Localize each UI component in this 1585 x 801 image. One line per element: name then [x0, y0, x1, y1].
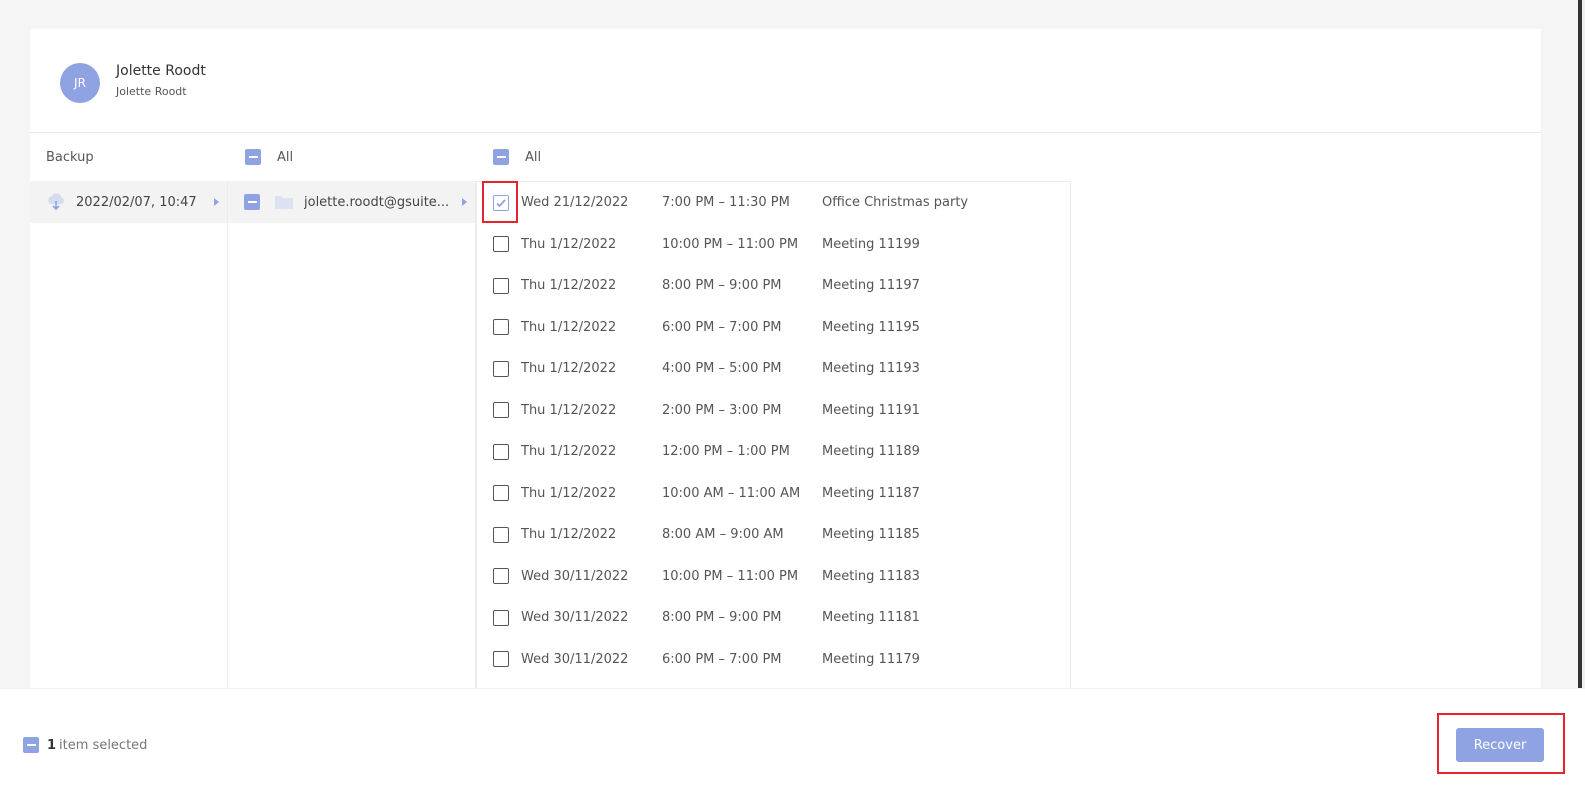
selected-text: item selected: [59, 737, 148, 753]
item-date: Thu 1/12/2022: [521, 485, 617, 501]
folder-icon: [275, 196, 293, 209]
item-date: Wed 30/11/2022: [521, 610, 629, 626]
item-title: Office Christmas party: [822, 195, 969, 211]
folder-label: jolette.roodt@gsuite...: [304, 194, 450, 210]
item-checkbox[interactable]: [493, 360, 509, 377]
item-time: 2:00 PM – 3:00 PM: [662, 402, 782, 418]
avatar: JR: [60, 63, 100, 103]
cloud-download-icon: [48, 193, 64, 211]
item-date: Wed 21/12/2022: [521, 195, 629, 211]
item-date: Thu 1/12/2022: [521, 236, 617, 252]
item-time: 8:00 AM – 9:00 AM: [662, 527, 784, 543]
item-checkbox[interactable]: [493, 443, 509, 460]
item-date: Wed 30/11/2022: [521, 568, 629, 584]
item-checkbox[interactable]: [493, 609, 509, 626]
item-time: 10:00 PM – 11:00 PM: [662, 236, 799, 252]
item-title: Meeting 11181: [822, 610, 920, 626]
selected-count: 1: [47, 737, 57, 753]
item-title: Meeting 11199: [822, 236, 920, 252]
items-header-label: All: [525, 149, 542, 165]
selection-summary-checkbox[interactable]: [23, 737, 39, 753]
user-subtitle: Jolette Roodt: [116, 85, 187, 98]
folders-column: jolette.roodt@gsuite...: [228, 181, 476, 697]
item-time: 10:00 PM – 11:00 PM: [662, 568, 799, 584]
items-column-header: All: [493, 133, 793, 181]
item-time: 12:00 PM – 1:00 PM: [662, 444, 790, 460]
items-column: Wed 21/12/2022 7:00 PM – 11:30 PM Office C…: [476, 181, 1071, 697]
item-row[interactable]: Thu 1/12/2022 8:00 PM – 9:00 PM Meeting 11…: [477, 265, 1070, 307]
item-date: Wed 30/11/2022: [521, 651, 629, 667]
backup-column-header: Backup: [46, 133, 226, 181]
recovery-card: JR Jolette Roodt Jolette Roodt Backup Al…: [30, 29, 1541, 697]
item-row[interactable]: Thu 1/12/2022 4:00 PM – 5:00 PM Meeting 11…: [477, 348, 1070, 390]
item-date: Thu 1/12/2022: [521, 278, 617, 294]
item-row[interactable]: Wed 21/12/2022 7:00 PM – 11:30 PM Office C…: [477, 182, 1070, 224]
item-title: Meeting 11185: [822, 527, 920, 543]
item-title: Meeting 11193: [822, 361, 920, 377]
item-row[interactable]: Thu 1/12/2022 6:00 PM – 7:00 PM Meeting 11…: [477, 307, 1070, 349]
checkbox-highlight-box: [482, 181, 518, 223]
item-time: 8:00 PM – 9:00 PM: [662, 278, 782, 294]
item-time: 7:00 PM – 11:30 PM: [662, 195, 790, 211]
item-time: 6:00 PM – 7:00 PM: [662, 319, 782, 335]
item-checkbox[interactable]: [493, 485, 509, 502]
item-time: 8:00 PM – 9:00 PM: [662, 610, 782, 626]
backup-header-label: Backup: [46, 149, 94, 165]
item-date: Thu 1/12/2022: [521, 319, 617, 335]
item-time: 10:00 AM – 11:00 AM: [662, 485, 801, 501]
item-row[interactable]: Wed 30/11/2022 6:00 PM – 7:00 PM Meeting 1…: [477, 639, 1070, 681]
backup-column: 2022/02/07, 10:47: [30, 181, 228, 697]
item-row[interactable]: Wed 30/11/2022 8:00 PM – 9:00 PM Meeting 1…: [477, 597, 1070, 639]
item-checkbox[interactable]: [493, 236, 509, 253]
item-date: Thu 1/12/2022: [521, 361, 617, 377]
folders-column-header: All: [245, 133, 475, 181]
item-title: Meeting 11191: [822, 402, 920, 418]
item-row[interactable]: Thu 1/12/2022 10:00 AM – 11:00 AM Meeting …: [477, 473, 1070, 515]
item-title: Meeting 11197: [822, 278, 920, 294]
backup-date-label: 2022/02/07, 10:47: [76, 194, 197, 210]
item-checkbox[interactable]: [493, 526, 509, 543]
folders-header-label: All: [277, 149, 294, 165]
item-row[interactable]: Wed 30/11/2022 10:00 PM – 11:00 PM Meeting…: [477, 556, 1070, 598]
item-time: 4:00 PM – 5:00 PM: [662, 361, 782, 377]
caret-right-icon: [214, 198, 219, 206]
folder-row[interactable]: jolette.roodt@gsuite...: [228, 181, 475, 223]
vertical-scrollbar[interactable]: [1578, 0, 1585, 697]
item-date: Thu 1/12/2022: [521, 527, 617, 543]
select-all-items-checkbox[interactable]: [493, 149, 509, 165]
item-checkbox[interactable]: [493, 319, 509, 336]
item-title: Meeting 11183: [822, 568, 920, 584]
item-title: Meeting 11189: [822, 444, 920, 460]
select-all-folders-checkbox[interactable]: [245, 149, 261, 165]
caret-right-icon: [462, 198, 467, 206]
recover-highlight-box: [1437, 713, 1565, 774]
item-row[interactable]: Thu 1/12/2022 8:00 AM – 9:00 AM Meeting 11…: [477, 514, 1070, 556]
selection-summary: 1 item selected: [23, 737, 147, 753]
item-checkbox[interactable]: [493, 568, 509, 585]
item-title: Meeting 11187: [822, 485, 920, 501]
item-row[interactable]: Thu 1/12/2022 2:00 PM – 3:00 PM Meeting 11…: [477, 390, 1070, 432]
item-checkbox[interactable]: [493, 277, 509, 294]
item-title: Meeting 11195: [822, 319, 920, 335]
item-time: 6:00 PM – 7:00 PM: [662, 651, 782, 667]
user-header: JR Jolette Roodt Jolette Roodt: [30, 29, 1541, 133]
item-checkbox[interactable]: [493, 402, 509, 419]
scrollbar-thumb[interactable]: [1578, 0, 1582, 697]
user-name: Jolette Roodt: [116, 63, 206, 79]
footer-bar: 1 item selected Recover: [0, 688, 1585, 801]
item-row[interactable]: Thu 1/12/2022 10:00 PM – 11:00 PM Meeting …: [477, 224, 1070, 266]
item-row[interactable]: Thu 1/12/2022 12:00 PM – 1:00 PM Meeting 1…: [477, 431, 1070, 473]
folder-checkbox[interactable]: [244, 194, 260, 210]
item-title: Meeting 11179: [822, 651, 920, 667]
page: JR Jolette Roodt Jolette Roodt Backup Al…: [0, 0, 1585, 801]
item-date: Thu 1/12/2022: [521, 402, 617, 418]
backup-row[interactable]: 2022/02/07, 10:47: [30, 181, 227, 223]
item-date: Thu 1/12/2022: [521, 444, 617, 460]
item-checkbox[interactable]: [493, 651, 509, 668]
